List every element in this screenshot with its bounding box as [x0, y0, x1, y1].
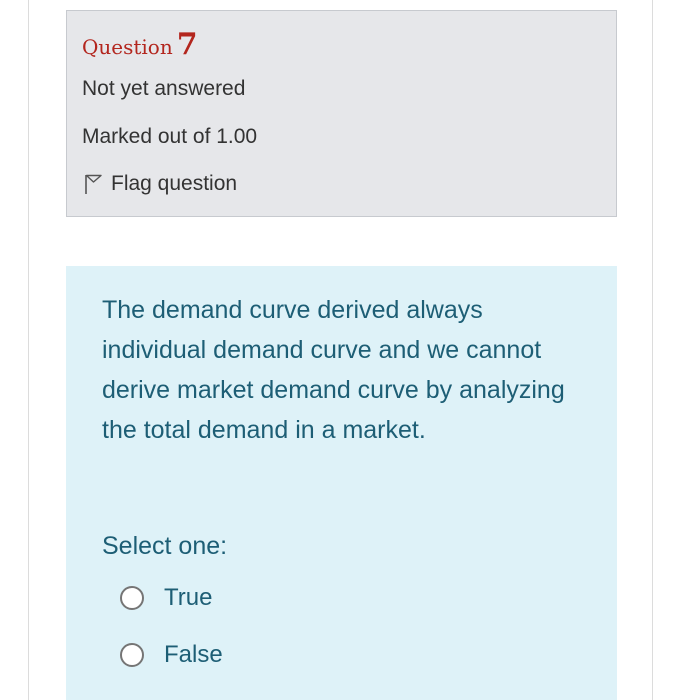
- answer-option-label: True: [164, 584, 213, 611]
- question-number: 7: [176, 27, 198, 62]
- answer-option-true[interactable]: True: [120, 584, 212, 612]
- answer-option-label: False: [164, 641, 223, 668]
- question-state: Not yet answered: [82, 77, 246, 100]
- radio-false[interactable]: [120, 643, 144, 667]
- answer-option-false[interactable]: False: [120, 641, 223, 669]
- flag-question-label: Flag question: [111, 172, 238, 195]
- flag-outline-icon: [82, 172, 104, 196]
- question-label: Question: [82, 35, 173, 59]
- select-one-prompt: Select one:: [102, 532, 228, 560]
- question-text: The demand curve derived always individu…: [102, 296, 565, 444]
- question-info-panel: Question 7 Not yet answered Marked out of…: [66, 10, 617, 217]
- flag-question-link[interactable]: Flag question: [82, 172, 237, 196]
- radio-true[interactable]: [120, 586, 144, 610]
- question-content-panel: The demand curve derived always individu…: [66, 266, 617, 700]
- question-heading: Question 7: [82, 27, 198, 62]
- question-marks: Marked out of 1.00: [82, 125, 258, 148]
